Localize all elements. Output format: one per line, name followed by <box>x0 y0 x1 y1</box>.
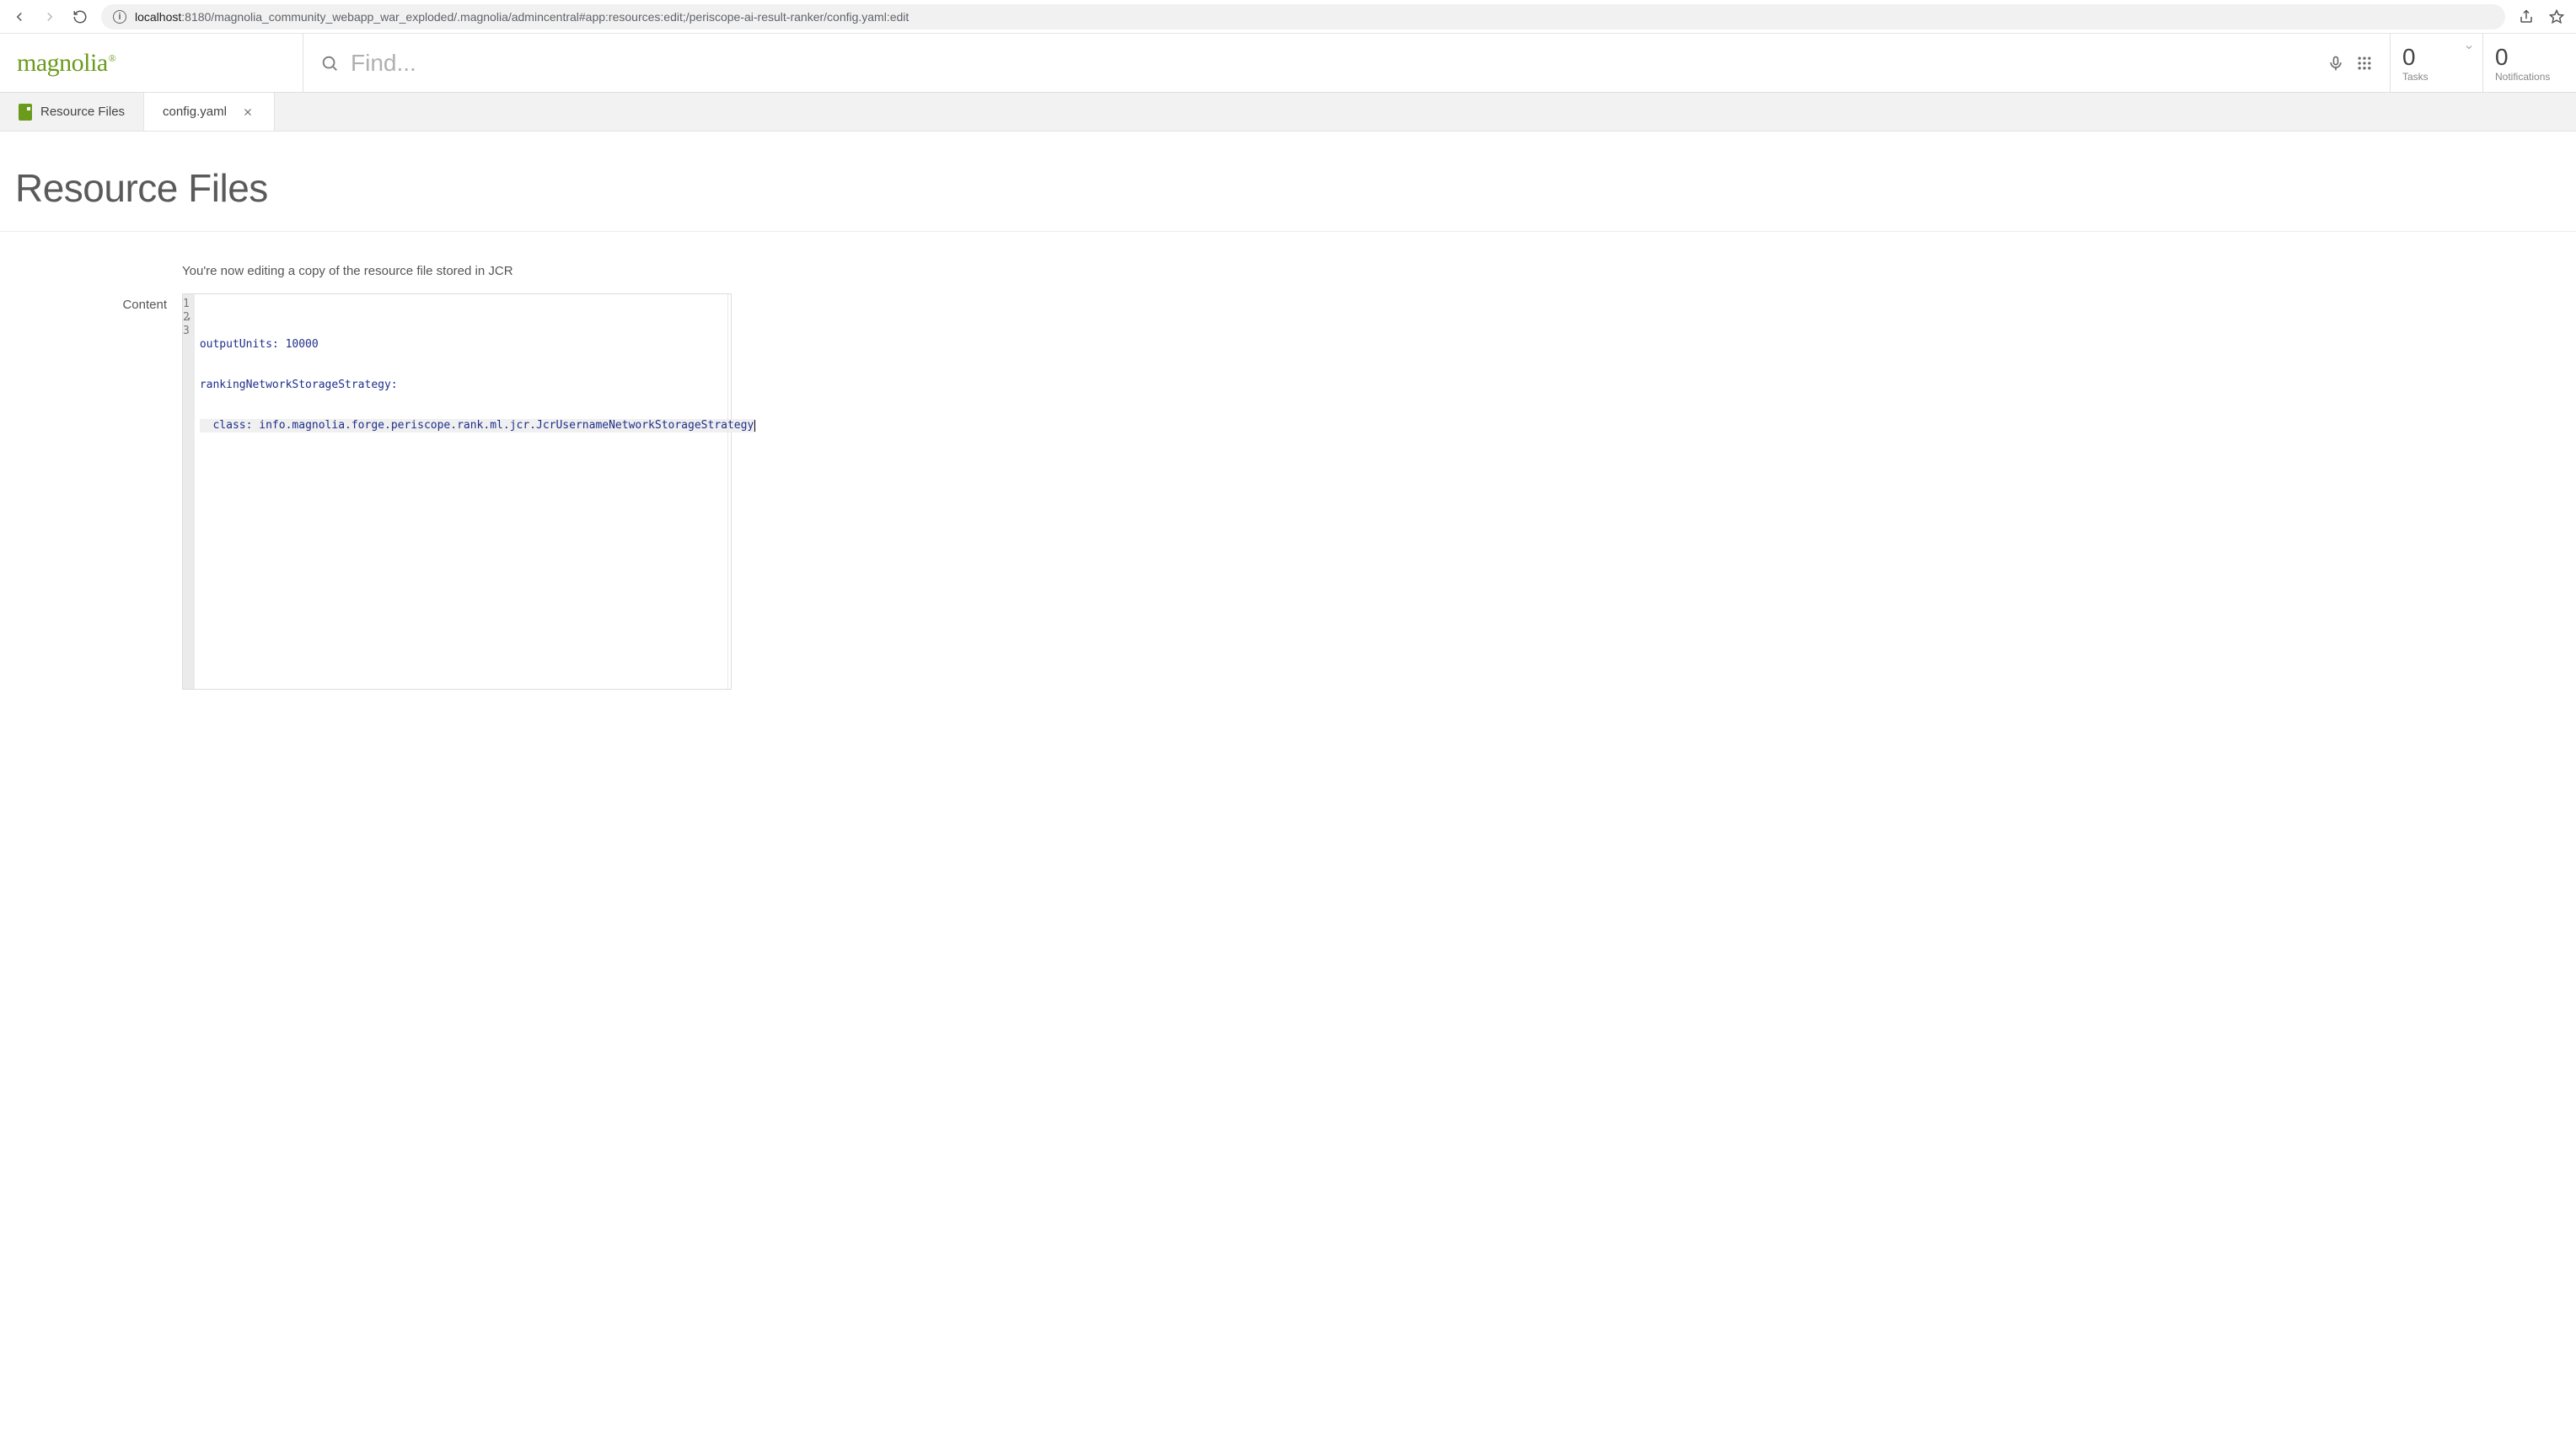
address-bar[interactable]: i localhost:8180/magnolia_community_weba… <box>101 4 2505 30</box>
tab-label: config.yaml <box>163 105 227 119</box>
chevron-down-icon <box>2464 42 2474 52</box>
code-editor[interactable]: 1 2▾ 3 outputUnits: 10000 rankingNetwork… <box>182 293 732 690</box>
print-margin <box>727 294 728 689</box>
gutter-line: 2▾ <box>183 311 190 325</box>
find-bar <box>303 34 2391 92</box>
close-tab-button[interactable] <box>240 105 255 120</box>
tab-resource-files[interactable]: Resource Files <box>0 93 144 131</box>
page-title: Resource Files <box>0 132 2576 232</box>
share-button[interactable] <box>2517 8 2536 26</box>
file-icon <box>19 104 32 121</box>
notifications-label: Notifications <box>2495 71 2564 83</box>
site-info-icon[interactable]: i <box>113 10 126 24</box>
tabs-row: Resource Files config.yaml <box>0 93 2576 132</box>
editor-content[interactable]: outputUnits: 10000 rankingNetworkStorage… <box>195 294 759 689</box>
code-line: class: info.magnolia.forge.periscope.ran… <box>200 419 755 433</box>
gutter-line: 1 <box>183 298 190 311</box>
editor-hint: You're now editing a copy of the resourc… <box>182 264 2576 278</box>
microphone-icon[interactable] <box>2327 55 2344 72</box>
content-label: Content <box>0 264 182 312</box>
tasks-counter[interactable]: 0 Tasks <box>2391 34 2483 92</box>
back-button[interactable] <box>10 8 29 26</box>
find-input[interactable] <box>351 50 2316 77</box>
search-icon <box>320 54 339 73</box>
app-header: magnolia® 0 Tasks 0 Notifications <box>0 34 2576 93</box>
text-cursor <box>754 420 755 432</box>
url-text: localhost:8180/magnolia_community_webapp… <box>135 10 909 24</box>
reload-button[interactable] <box>71 8 89 26</box>
forward-button[interactable] <box>40 8 59 26</box>
tasks-label: Tasks <box>2402 71 2471 83</box>
code-line: outputUnits: 10000 <box>200 338 755 352</box>
browser-toolbar: i localhost:8180/magnolia_community_weba… <box>0 0 2576 34</box>
notifications-counter[interactable]: 0 Notifications <box>2483 34 2576 92</box>
editor-gutter: 1 2▾ 3 <box>183 294 195 689</box>
bookmark-button[interactable] <box>2547 8 2566 26</box>
notifications-count: 0 <box>2495 46 2564 69</box>
edit-area: Content You're now editing a copy of the… <box>0 232 2576 690</box>
logo[interactable]: magnolia® <box>0 34 303 92</box>
gutter-line: 3 <box>183 325 190 338</box>
tab-config-yaml[interactable]: config.yaml <box>144 93 275 131</box>
tasks-count: 0 <box>2402 46 2471 69</box>
tab-label: Resource Files <box>40 105 125 119</box>
code-line: rankingNetworkStorageStrategy: <box>200 379 755 392</box>
apps-grid-icon[interactable] <box>2356 55 2373 72</box>
